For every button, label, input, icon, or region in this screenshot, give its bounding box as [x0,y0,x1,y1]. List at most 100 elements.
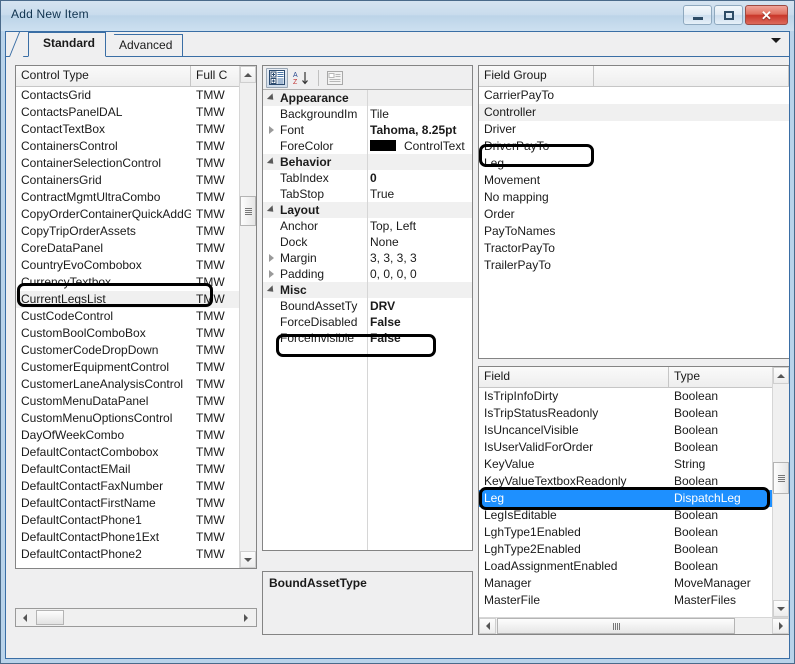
control-list-item[interactable]: DefaultContactPhone1Ext TMW [16,529,256,546]
field-table-row[interactable]: Leg DispatchLeg [479,490,772,507]
control-list-item[interactable]: CustomerEquipmentControl TMW [16,359,256,376]
control-list-hscrollbar[interactable] [15,608,257,627]
property-value[interactable]: False [367,315,472,329]
categorized-view-button[interactable] [266,67,288,88]
property-value[interactable]: ControlText [367,139,472,153]
control-list-item[interactable]: DefaultContactFirstName TMW [16,495,256,512]
alphabetical-sort-button[interactable]: A Z [291,68,313,88]
field-table-vscrollbar[interactable] [772,367,789,617]
hscroll-left-arrow[interactable] [479,618,496,634]
control-list-item[interactable]: CountryEvoCombobox TMW [16,257,256,274]
property-grid[interactable]: A Z Appearance BackgroundIm Tile Font Ta… [262,65,473,551]
control-list-item[interactable]: CopyTripOrderAssets TMW [16,223,256,240]
field-table-row[interactable]: LoadAssignmentEnabled Boolean [479,558,772,575]
field-group-item[interactable]: PayToNames [479,223,789,240]
field-group-item[interactable]: Movement [479,172,789,189]
hscroll-thumb[interactable] [36,610,64,625]
control-list-item[interactable]: DefaultContactCombobox TMW [16,444,256,461]
collapse-triangle-icon[interactable] [263,93,279,103]
expand-triangle-icon[interactable] [263,254,279,262]
collapse-triangle-icon[interactable] [263,285,279,295]
field-table-row[interactable]: MasterFile MasterFiles [479,592,772,609]
control-list-item[interactable]: ContainerSelectionControl TMW [16,155,256,172]
hscroll-left-arrow[interactable] [17,610,32,625]
control-list-item[interactable]: CustomBoolComboBox TMW [16,325,256,342]
field-group-item[interactable]: Order [479,206,789,223]
collapse-triangle-icon[interactable] [263,157,279,167]
field-table-row[interactable]: LghType2Enabled Boolean [479,541,772,558]
close-button[interactable]: ✕ [745,5,788,25]
property-value[interactable]: 0 [367,171,472,185]
field-group-item[interactable]: Controller [479,104,789,121]
control-list-item[interactable]: DayOfWeekCombo TMW [16,427,256,444]
property-value[interactable]: DRV [367,299,472,313]
hscroll-right-arrow[interactable] [238,610,253,625]
hscroll-thumb[interactable] [497,618,735,634]
hscroll-right-arrow[interactable] [772,618,789,634]
property-value[interactable]: 0, 0, 0, 0 [367,267,472,281]
property-value[interactable]: Tahoma, 8.25pt [367,123,472,137]
control-list-item[interactable]: CurrentLegsList TMW [16,291,256,308]
scroll-thumb[interactable] [773,462,789,494]
control-list-item[interactable]: ContainersControl TMW [16,138,256,155]
column-header-type[interactable]: Type [669,367,789,387]
column-header-field-group[interactable]: Field Group [479,66,594,86]
control-list-item[interactable]: CustomerLaneAnalysisControl TMW [16,376,256,393]
control-list-item[interactable]: DefaultContactPhone2 TMW [16,546,256,563]
column-header-control-type[interactable]: Control Type [16,66,191,86]
field-table-row[interactable]: IsTripStatusReadonly Boolean [479,405,772,422]
field-group-item[interactable]: Leg [479,155,789,172]
control-list-item[interactable]: ContainersGrid TMW [16,172,256,189]
property-value[interactable]: False [367,331,472,345]
property-value[interactable]: True [367,187,472,201]
property-value[interactable]: Top, Left [367,219,472,233]
column-header-field[interactable]: Field [479,367,669,387]
title-bar[interactable]: Add New Item ✕ [1,1,794,31]
scroll-down-arrow[interactable] [773,600,789,617]
field-group-item[interactable]: Driver [479,121,789,138]
scroll-down-arrow[interactable] [240,551,256,568]
scroll-thumb[interactable] [240,196,256,226]
property-value[interactable]: None [367,235,472,249]
tab-advanced[interactable]: Advanced [104,34,184,57]
collapse-triangle-icon[interactable] [263,205,279,215]
field-table-hscrollbar[interactable] [479,617,789,634]
control-list-item[interactable]: DefaultContactPhone1 TMW [16,512,256,529]
minimize-button[interactable] [683,5,712,25]
property-value[interactable]: 3, 3, 3, 3 [367,251,472,265]
control-list-item[interactable]: CustCodeControl TMW [16,308,256,325]
field-table-row[interactable]: IsUserValidForOrder Boolean [479,439,772,456]
control-list-item[interactable]: ContactsPanelDAL TMW [16,104,256,121]
field-table-row[interactable]: Manager MoveManager [479,575,772,592]
field-table-row[interactable]: KeyValueTextboxReadonly Boolean [479,473,772,490]
maximize-button[interactable] [714,5,743,25]
control-list-item[interactable]: CustomMenuDataPanel TMW [16,393,256,410]
chevron-down-icon[interactable] [771,38,781,43]
property-pages-button[interactable] [324,68,346,88]
field-table-row[interactable]: LegIsEditable Boolean [479,507,772,524]
control-list-item[interactable]: DefaultContactEMail TMW [16,461,256,478]
field-group-item[interactable]: CarrierPayTo [479,87,789,104]
control-list-item[interactable]: CopyOrderContainerQuickAddGrid TMW [16,206,256,223]
control-list-item[interactable]: CustomerCodeDropDown TMW [16,342,256,359]
field-table-row[interactable]: LghType1Enabled Boolean [479,524,772,541]
control-list-item[interactable]: ContractMgmtUltraCombo TMW [16,189,256,206]
control-list-item[interactable]: DefaultContactFaxNumber TMW [16,478,256,495]
field-table-row[interactable]: IsTripInfoDirty Boolean [479,388,772,405]
control-list-item[interactable]: CustomMenuOptionsControl TMW [16,410,256,427]
property-value[interactable]: Tile [367,107,472,121]
expand-triangle-icon[interactable] [263,126,279,134]
column-header-field-group-blank[interactable] [594,66,789,86]
field-group-item[interactable]: DriverPayTo [479,138,789,155]
field-group-list[interactable]: Field Group CarrierPayTo Controller Driver… [478,65,789,359]
field-group-item[interactable]: TractorPayTo [479,240,789,257]
control-type-list[interactable]: Control Type Full C ContactsGrid TMW Conta… [15,65,257,569]
scroll-up-arrow[interactable] [240,66,256,83]
field-table-row[interactable]: KeyValue String [479,456,772,473]
property-grid-splitter[interactable] [367,90,368,550]
control-list-item[interactable]: ContactTextBox TMW [16,121,256,138]
control-list-item[interactable]: ContactsGrid TMW [16,87,256,104]
scroll-up-arrow[interactable] [773,367,789,384]
control-list-vscrollbar[interactable] [239,66,256,568]
field-group-item[interactable]: No mapping [479,189,789,206]
